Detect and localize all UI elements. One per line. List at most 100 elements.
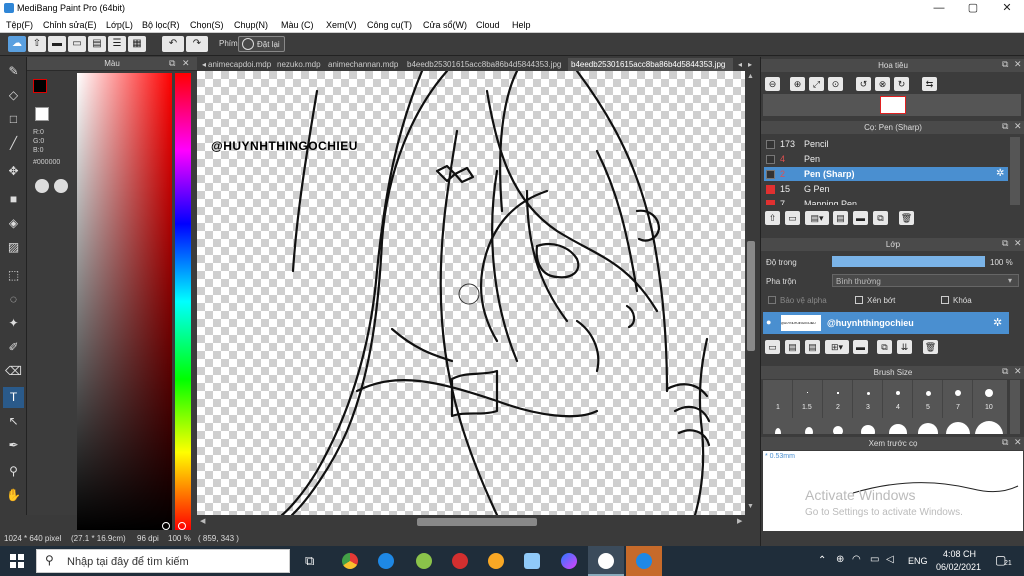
trash-icon[interactable]: 🗑 [899, 211, 914, 225]
gear-icon[interactable]: ✲ [993, 316, 1002, 329]
network-icon[interactable]: ⊕ [836, 554, 844, 565]
new-brush-icon[interactable]: ▭ [785, 211, 800, 225]
foreground-color[interactable] [33, 79, 47, 93]
panel-close-icon[interactable]: ✕ [1014, 59, 1022, 70]
lasso-tool-icon[interactable]: ◌ [3, 289, 24, 310]
hand-tool-icon[interactable]: ✋ [3, 485, 24, 506]
undo-icon[interactable]: ↶ [162, 36, 184, 52]
menu-tools[interactable]: Công cụ(T) [367, 20, 412, 30]
blend-mode-select[interactable]: Bình thường ▾ [832, 274, 1019, 287]
list-icon[interactable]: ☰ [108, 36, 126, 52]
upload-icon[interactable]: ⇧ [28, 36, 46, 52]
new-layer-1bit-icon[interactable]: ▤ [785, 340, 800, 354]
brush-menu-icon[interactable]: ▤▾ [805, 211, 829, 225]
add-brush-icon[interactable]: ⇧ [765, 211, 780, 225]
clip-checkbox[interactable] [855, 296, 863, 304]
vertical-scrollbar[interactable]: ▲ ▼ [745, 71, 757, 515]
brush-item[interactable]: 173 Pencil [764, 137, 1008, 151]
sv-cursor[interactable] [162, 522, 170, 530]
comment-icon[interactable]: ▭ [68, 36, 86, 52]
brush-list-scrollbar[interactable] [1010, 137, 1020, 205]
rotate-right-icon[interactable]: ↻ [894, 77, 909, 91]
chat-icon[interactable]: ▬ [48, 36, 66, 52]
scroll-left-icon[interactable]: ◀ [200, 517, 205, 525]
tab-doc-5[interactable]: b4eedb25301615acc8ba86b4d5844353.jpg [568, 58, 733, 71]
saturation-value-picker[interactable] [77, 73, 172, 530]
magic-wand-icon[interactable]: ✦ [3, 313, 24, 334]
undock-icon[interactable]: ⧉ [1002, 366, 1008, 377]
chrome-icon[interactable] [342, 553, 358, 569]
undock-icon[interactable]: ⧉ [1002, 121, 1008, 132]
gear-icon[interactable]: ✲ [996, 167, 1004, 181]
app-icon[interactable] [416, 553, 432, 569]
menu-cloud[interactable]: Cloud [476, 20, 500, 30]
brush-item-selected[interactable]: 2 Pen (Sharp) ✲ [764, 167, 1008, 181]
vscroll-thumb[interactable] [747, 241, 755, 351]
zoom-reset-icon[interactable]: ⊙ [828, 77, 843, 91]
minimize-button[interactable]: — [922, 0, 956, 17]
dropper-tool-icon[interactable]: ✒ [3, 435, 24, 456]
select-eraser-icon[interactable]: ⌫ [3, 361, 24, 382]
lock-checkbox[interactable] [941, 296, 949, 304]
navigator-preview[interactable] [763, 94, 1021, 116]
taskbar-search-box[interactable]: ⚲ Nhập tại đây để tìm kiếm [36, 549, 290, 573]
panel-close-icon[interactable]: ✕ [182, 58, 190, 69]
line-tool-icon[interactable]: ╱ [3, 133, 24, 154]
undock-icon[interactable]: ⧉ [1002, 59, 1008, 70]
menu-view[interactable]: Xem(V) [326, 20, 357, 30]
hscroll-thumb[interactable] [417, 518, 537, 526]
edge-icon[interactable] [378, 553, 394, 569]
zoom-out-icon[interactable]: ⊖ [765, 77, 780, 91]
task-view-icon[interactable]: ⧉ [305, 553, 314, 569]
windows-start-icon[interactable] [10, 554, 24, 568]
messenger-icon[interactable] [561, 553, 577, 569]
operation-tool-icon[interactable]: ↖ [3, 411, 24, 432]
rotate-reset-icon[interactable]: ⊗ [875, 77, 890, 91]
scroll-right-icon[interactable]: ▶ [737, 517, 742, 525]
cloud-icon[interactable]: ☁ [8, 36, 26, 52]
hue-cursor[interactable] [178, 522, 186, 530]
tab-nav-prev[interactable]: ◂ [735, 58, 745, 71]
bucket-tool-icon[interactable]: ◈ [3, 213, 24, 234]
brush-tool-icon[interactable]: ✎ [3, 61, 24, 82]
eraser-tool-icon[interactable]: ◇ [3, 85, 24, 106]
gradient-tool-icon[interactable]: ▨ [3, 237, 24, 258]
app-icon[interactable] [488, 553, 504, 569]
volume-icon[interactable]: ◁ [886, 554, 894, 565]
layer-add-menu-icon[interactable]: ⊞▾ [825, 340, 849, 354]
tab-doc-2[interactable]: nezuko.mdp [274, 58, 324, 71]
brush-item[interactable]: 7 Mapping Pen [764, 197, 1008, 205]
wifi-icon[interactable]: ◠ [852, 554, 861, 565]
drawing-canvas[interactable]: @HUYNHTHINGOCHIEU [197, 71, 745, 515]
clock-date[interactable]: 06/02/2021 [936, 562, 981, 572]
undock-icon[interactable]: ⧉ [1002, 238, 1008, 249]
merge-icon[interactable]: ⇊ [897, 340, 912, 354]
transparent-color[interactable] [35, 107, 49, 121]
menu-window[interactable]: Cửa sổ(W) [423, 20, 467, 30]
menu-select[interactable]: Chọn(S) [190, 20, 224, 30]
opera-icon[interactable] [452, 553, 468, 569]
reset-button[interactable]: Đặt lại [238, 36, 285, 52]
fit-icon[interactable]: ⤢ [809, 77, 824, 91]
folder-icon[interactable]: ▬ [853, 211, 868, 225]
undock-icon[interactable]: ⧉ [1002, 437, 1008, 448]
grid-icon[interactable]: ▦ [128, 36, 146, 52]
brush-item[interactable]: 15 G Pen [764, 182, 1008, 196]
battery-icon[interactable]: ▭ [870, 554, 879, 565]
folder-icon[interactable]: ▬ [853, 340, 868, 354]
menu-filter[interactable]: Bộ lọc(R) [142, 20, 180, 30]
layer-row[interactable]: ● @HUYNHTHINGOCHIEU @huynhthingochieu ✲ [763, 312, 1009, 334]
text-tool-icon[interactable]: T [3, 387, 24, 408]
close-button[interactable]: ✕ [990, 0, 1024, 17]
brush-doc-icon[interactable]: ▤ [833, 211, 848, 225]
flip-icon[interactable]: ⇆ [922, 77, 937, 91]
tab-doc-1[interactable]: animecapdoi.mdp [205, 58, 274, 71]
select-rect-icon[interactable]: ⬚ [3, 265, 24, 286]
chevron-up-icon[interactable]: ⌃ [818, 555, 826, 566]
undock-icon[interactable]: ⧉ [169, 58, 175, 69]
duplicate-icon[interactable]: ⧉ [877, 340, 892, 354]
shape-tool-icon[interactable]: □ [3, 109, 24, 130]
eye-icon[interactable]: ● [766, 317, 771, 327]
panel-close-icon[interactable]: ✕ [1014, 366, 1022, 377]
hue-slider[interactable] [175, 73, 191, 530]
